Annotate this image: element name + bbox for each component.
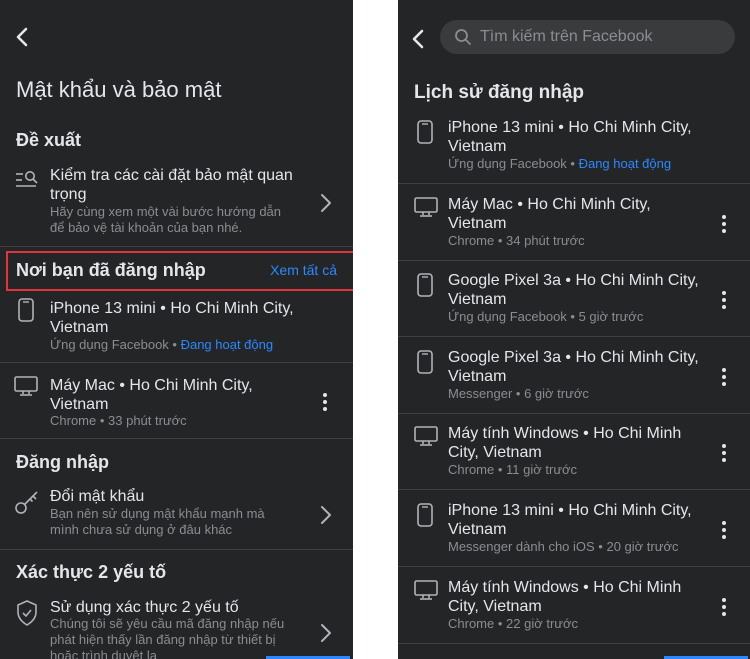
session-device-line2: Vietnam xyxy=(50,319,109,336)
more-options-icon[interactable] xyxy=(718,443,730,463)
suggestions-heading: Đề xuất xyxy=(16,130,82,150)
session-meta: Chrome • 22 giờ trước xyxy=(448,616,579,631)
page-title: Mật khẩu và bảo mật xyxy=(16,77,222,102)
two-factor-desc-line3: hoặc trình duyệt lạ xyxy=(50,648,157,659)
phone-icon xyxy=(417,273,433,302)
session-device-line2: Vietnam xyxy=(448,521,507,538)
divider xyxy=(398,643,750,644)
session-meta: Chrome • 33 phút trước xyxy=(50,413,187,428)
session-meta: Ứng dụng Facebook • Đang hoạt động xyxy=(448,156,672,171)
divider xyxy=(398,489,750,490)
desktop-icon xyxy=(414,426,438,451)
divider xyxy=(0,549,353,550)
divider xyxy=(398,566,750,567)
divider xyxy=(0,246,353,247)
session-device-line1: Máy tính Windows • Ho Chi Minh xyxy=(448,425,682,442)
session-meta: Ứng dụng Facebook • Đang hoạt động xyxy=(50,337,274,352)
session-device-line2: Vietnam xyxy=(448,138,507,155)
session-device-line2: Vietnam xyxy=(50,396,109,413)
session-device-line2: City, Vietnam xyxy=(448,444,542,461)
chevron-left-icon xyxy=(412,29,424,49)
session-meta: Messenger dành cho iOS • 20 giờ trước xyxy=(448,539,679,554)
phone-icon xyxy=(417,503,433,532)
security-settings-panel: Mật khẩu và bảo mật Đề xuất Kiểm tra các… xyxy=(0,0,353,659)
search-list-icon xyxy=(16,171,38,187)
session-device-line1: Máy tính Windows • Ho Chi Minh xyxy=(448,579,682,596)
session-app: Ứng dụng Facebook xyxy=(50,337,169,352)
session-status: Đang hoạt động xyxy=(578,156,672,171)
divider xyxy=(398,413,750,414)
session-app: Ứng dụng Facebook xyxy=(448,156,567,171)
more-options-icon[interactable] xyxy=(718,597,730,617)
chevron-right-icon xyxy=(321,624,331,642)
security-checkup-title-line1: Kiểm tra các cài đặt bảo mật quan xyxy=(50,167,293,184)
key-icon xyxy=(15,491,38,514)
divider xyxy=(398,183,750,184)
divider xyxy=(0,362,353,363)
phone-icon xyxy=(417,120,433,149)
security-checkup-title-line2: trọng xyxy=(50,186,87,203)
back-button[interactable] xyxy=(410,28,426,50)
change-password-desc-line1: Bạn nên sử dụng mật khẩu mạnh mà xyxy=(50,506,265,521)
session-device-line1: Máy Mac • Ho Chi Minh City, xyxy=(448,196,651,213)
divider xyxy=(0,438,353,439)
more-options-icon[interactable] xyxy=(718,520,730,540)
session-meta: Ứng dụng Facebook • 5 giờ trước xyxy=(448,309,644,324)
see-all-link[interactable]: Xem tất cả xyxy=(270,262,337,278)
two-factor-title: Sử dụng xác thực 2 yếu tố xyxy=(50,599,239,616)
session-device-line1: Google Pixel 3a • Ho Chi Minh City, xyxy=(448,349,699,366)
chevron-left-icon xyxy=(16,27,28,47)
session-meta: Chrome • 11 giờ trước xyxy=(448,462,578,477)
divider xyxy=(398,336,750,337)
search-icon xyxy=(455,29,471,45)
where-logged-in-heading: Nơi bạn đã đăng nhập xyxy=(16,260,206,280)
session-meta: Chrome • 34 phút trước xyxy=(448,233,585,248)
session-status: Đang hoạt động xyxy=(180,337,274,352)
session-device-line1: iPhone 13 mini • Ho Chi Minh City, xyxy=(50,300,294,317)
phone-icon xyxy=(417,350,433,379)
desktop-icon xyxy=(414,197,438,222)
search-bar[interactable] xyxy=(440,20,735,54)
login-history-panel: Lịch sử đăng nhập iPhone 13 mini • Ho Ch… xyxy=(398,0,750,659)
more-options-icon[interactable] xyxy=(718,290,730,310)
divider xyxy=(398,260,750,261)
more-options-icon[interactable] xyxy=(718,367,730,387)
session-device-line2: Vietnam xyxy=(448,291,507,308)
page-title: Lịch sử đăng nhập xyxy=(414,82,584,103)
change-password-title: Đổi mật khẩu xyxy=(50,488,145,505)
security-checkup-desc-line1: Hãy cùng xem một vài bước hướng dẫn xyxy=(50,204,282,219)
more-options-icon[interactable] xyxy=(718,214,730,234)
two-factor-heading: Xác thực 2 yếu tố xyxy=(16,562,167,582)
two-factor-desc-line1: Chúng tôi sẽ yêu cầu mã đăng nhập nếu xyxy=(50,616,285,631)
two-factor-desc-line2: phát hiện thấy lần đăng nhập từ thiết bị xyxy=(50,632,276,647)
chevron-right-icon xyxy=(321,506,331,524)
login-heading: Đăng nhập xyxy=(16,452,109,472)
session-meta: Messenger • 6 giờ trước xyxy=(448,386,589,401)
session-device-line1: Google Pixel 3a • Ho Chi Minh City, xyxy=(448,272,699,289)
session-device-line1: iPhone 13 mini • Ho Chi Minh City, xyxy=(448,119,692,136)
phone-icon xyxy=(18,298,34,322)
change-password-desc-line2: mình chưa sử dụng ở đâu khác xyxy=(50,522,233,537)
desktop-icon xyxy=(14,376,38,396)
shield-icon xyxy=(17,600,37,626)
chevron-right-icon xyxy=(321,194,331,212)
session-device-line1: Máy Mac • Ho Chi Minh City, xyxy=(50,377,253,394)
security-checkup-desc-line2: để bảo vệ tài khoản của bạn nhé. xyxy=(50,220,243,235)
desktop-icon xyxy=(414,580,438,605)
session-device-line2: Vietnam xyxy=(448,368,507,385)
session-device-line2: Vietnam xyxy=(448,215,507,232)
back-button[interactable] xyxy=(14,26,30,48)
more-options-icon[interactable] xyxy=(319,392,331,412)
search-input[interactable] xyxy=(480,20,725,54)
session-device-line2: City, Vietnam xyxy=(448,598,542,615)
session-device-line1: iPhone 13 mini • Ho Chi Minh City, xyxy=(448,502,692,519)
